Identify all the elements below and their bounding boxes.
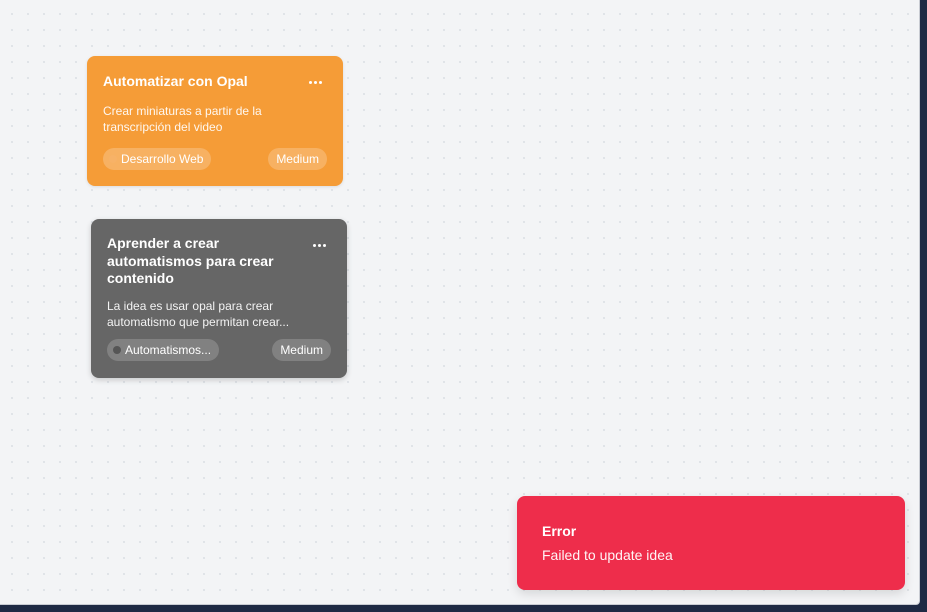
category-dot-icon — [109, 155, 117, 163]
more-horizontal-icon[interactable] — [305, 74, 325, 90]
idea-card-footer: Automatismos... Medium — [107, 339, 331, 361]
idea-card-title: Automatizar con Opal — [103, 73, 248, 89]
priority-badge: Medium — [272, 339, 331, 361]
category-label: Automatismos... — [125, 343, 212, 357]
idea-card[interactable]: Aprender a crear automatismos para crear… — [91, 219, 347, 378]
more-horizontal-icon[interactable] — [309, 237, 329, 253]
category-badge: Automatismos... — [107, 339, 220, 361]
category-badge: Desarrollo Web — [103, 148, 212, 170]
toast-message: Failed to update idea — [542, 547, 673, 563]
category-dot-icon — [113, 346, 121, 354]
idea-card-footer: Desarrollo Web Medium — [103, 148, 327, 170]
idea-card-title: Aprender a crear automatismos para crear… — [107, 235, 274, 286]
priority-badge: Medium — [268, 148, 327, 170]
idea-card-description: La idea es usar opal para crear automati… — [107, 298, 290, 330]
category-label: Desarrollo Web — [121, 152, 204, 166]
idea-card-description: Crear miniaturas a partir de la transcri… — [103, 103, 262, 135]
error-toast[interactable]: Error Failed to update idea — [517, 496, 905, 590]
idea-card[interactable]: Automatizar con Opal Crear miniaturas a … — [87, 56, 343, 186]
toast-title: Error — [542, 523, 577, 539]
